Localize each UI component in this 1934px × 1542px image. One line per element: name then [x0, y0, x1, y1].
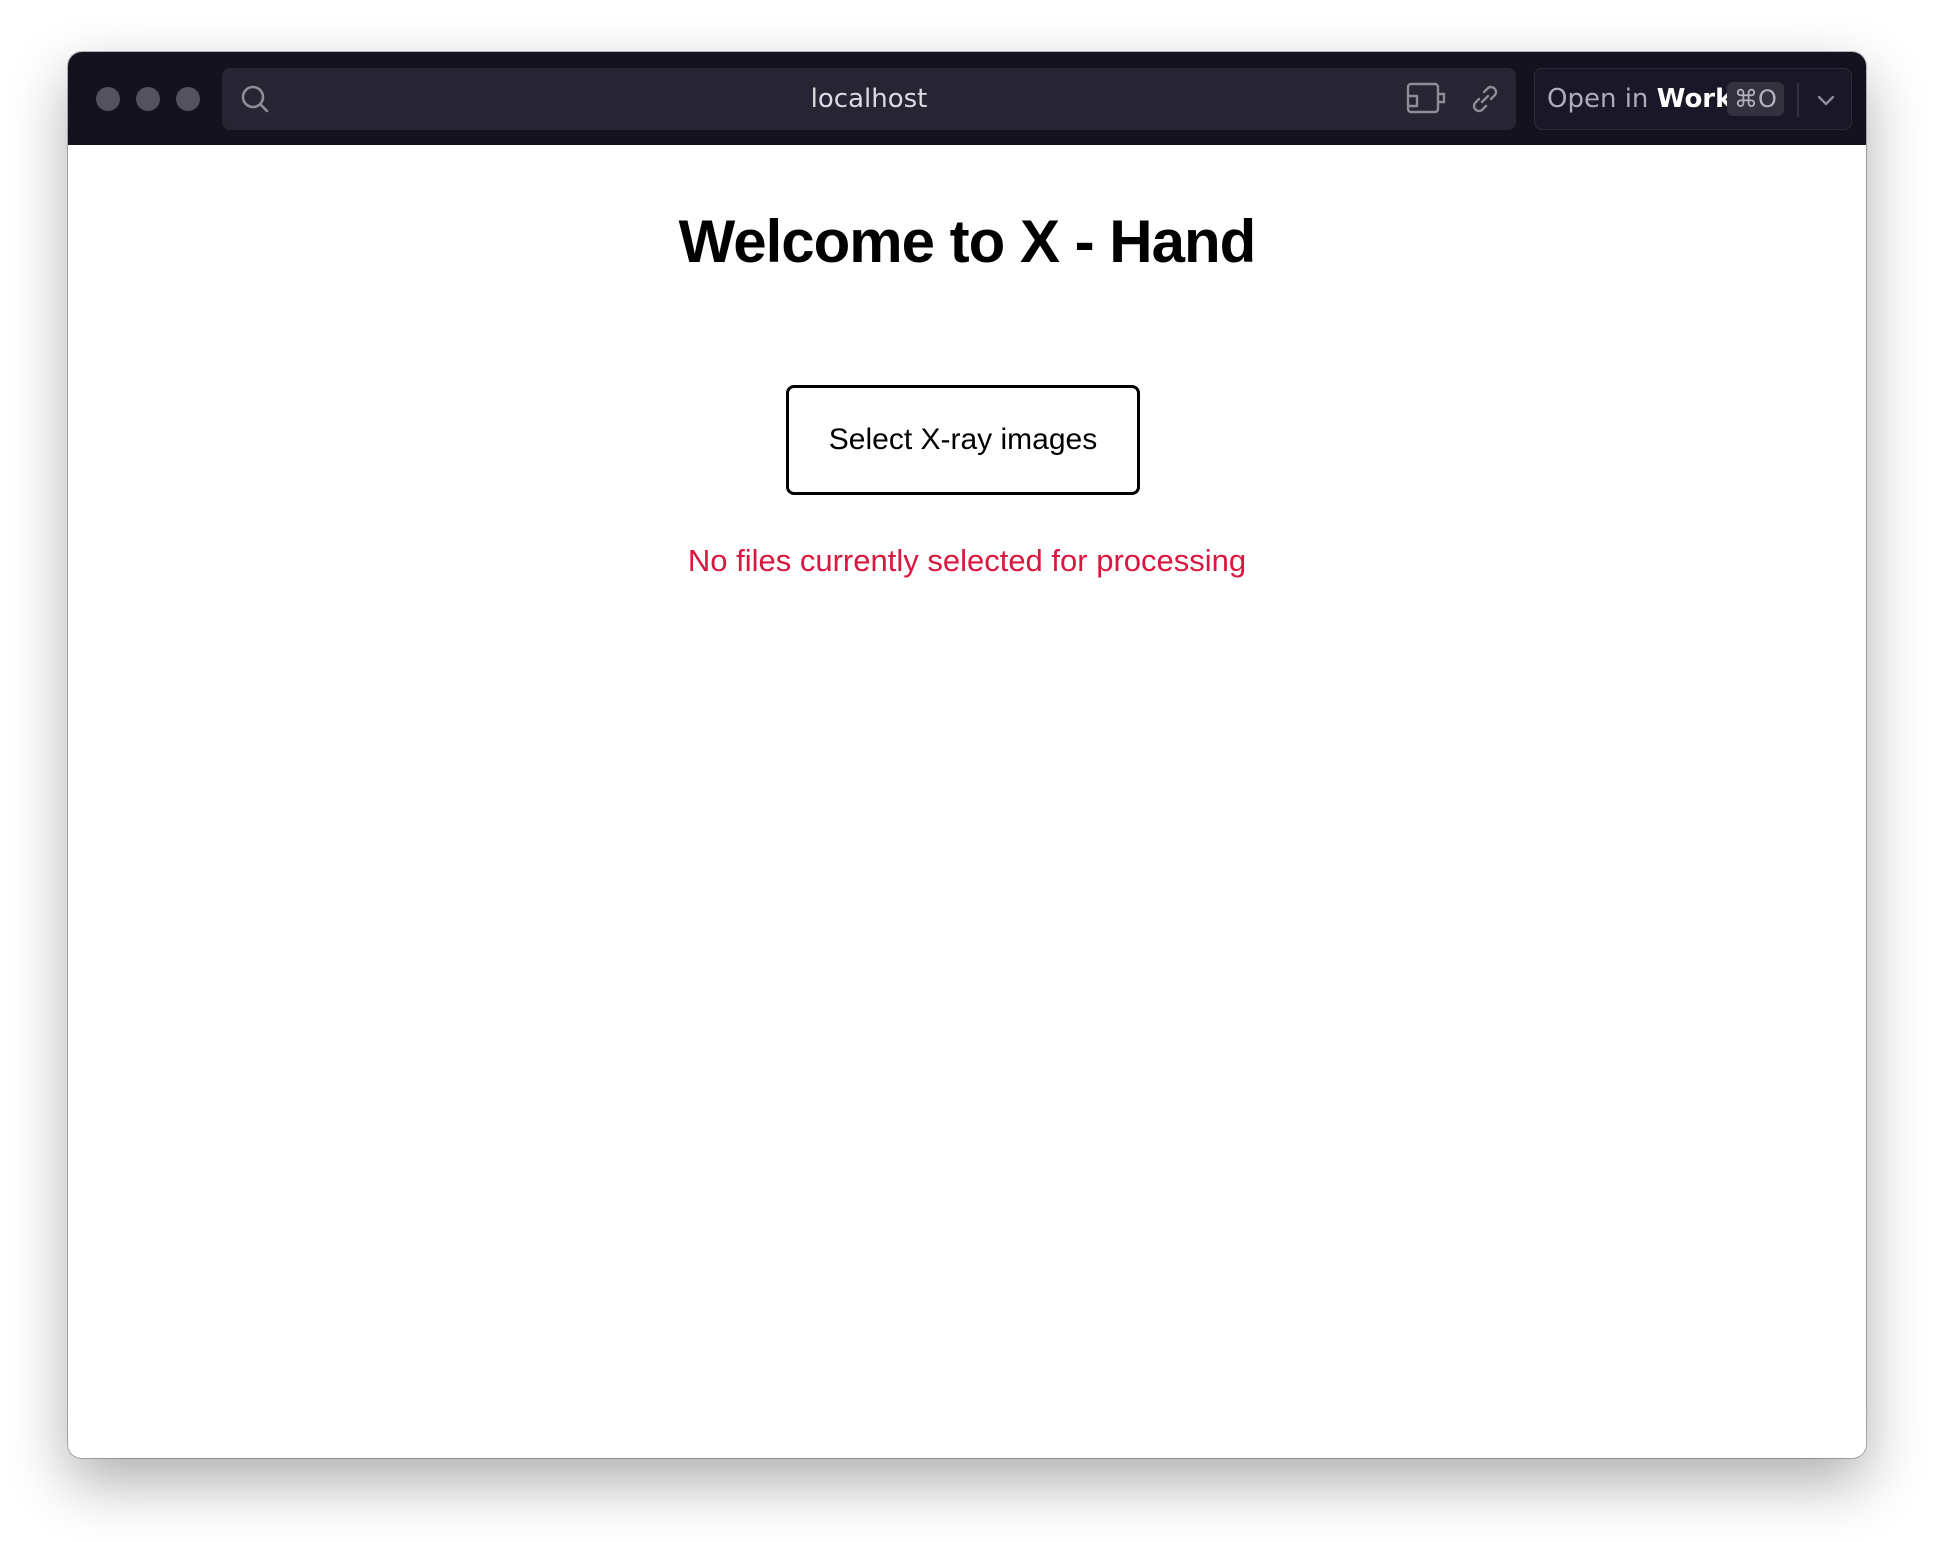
browser-window: localhost Open in Work ⌘O Welcome to X -… [68, 52, 1866, 1458]
maximize-window-button[interactable] [176, 87, 200, 111]
open-in-work-button[interactable]: Open in Work ⌘O [1534, 68, 1852, 130]
url-text: localhost [810, 84, 928, 114]
minimize-window-button[interactable] [136, 87, 160, 111]
divider [1797, 83, 1799, 117]
open-in-prefix: Open in [1547, 84, 1649, 114]
page-title: Welcome to X - Hand [678, 208, 1257, 275]
open-in-label: Open in Work [1547, 69, 1732, 129]
keyboard-shortcut-badge: ⌘O [1727, 82, 1784, 116]
chevron-down-icon[interactable] [1813, 87, 1839, 113]
close-window-button[interactable] [96, 87, 120, 111]
status-message: No files currently selected for processi… [687, 543, 1247, 578]
link-icon[interactable] [1468, 82, 1502, 116]
address-bar[interactable]: localhost [222, 68, 1516, 130]
title-bar: localhost Open in Work ⌘O [68, 52, 1866, 145]
select-xray-images-button[interactable]: Select X-ray images [786, 385, 1140, 495]
screen-share-icon[interactable] [1406, 82, 1448, 116]
open-in-target: Work [1656, 84, 1733, 114]
page-content: Welcome to X - Hand Select X-ray images … [68, 145, 1866, 1458]
